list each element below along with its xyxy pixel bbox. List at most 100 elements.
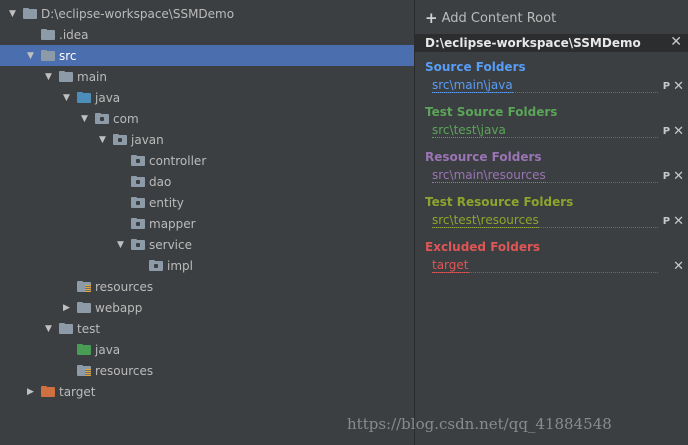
expand-arrow-down-icon[interactable]: ▼ (7, 8, 18, 19)
resource-folders-title: Resource Folders (425, 150, 542, 164)
tree-node-target[interactable]: ▶ target (0, 381, 414, 402)
tree-node-main[interactable]: ▼ main (0, 66, 414, 87)
expand-arrow-right-icon[interactable]: ▶ (61, 302, 72, 313)
tree-node-service[interactable]: ▼ service (0, 234, 414, 255)
content-roots-panel: + Add Content Root D:\eclipse-workspace\… (415, 0, 688, 445)
tree-node-label: D:\eclipse-workspace\SSMDemo (41, 6, 235, 21)
tree-node-webapp[interactable]: ▶ webapp (0, 297, 414, 318)
expand-arrow-down-icon[interactable]: ▼ (25, 50, 36, 61)
tree-node-label: impl (167, 258, 193, 273)
expand-arrow-down-icon[interactable]: ▼ (97, 134, 108, 145)
tree-node-resources[interactable]: resources (0, 360, 414, 381)
expand-arrow-right-icon[interactable]: ▶ (25, 386, 36, 397)
remove-root-close-icon[interactable]: ✕ (670, 34, 682, 50)
expand-arrow-down-icon[interactable]: ▼ (115, 239, 126, 250)
tree-node-label: main (77, 69, 107, 84)
test-source-folders-title: Test Source Folders (425, 105, 558, 119)
tree-node-controller[interactable]: controller (0, 150, 414, 171)
package-icon (131, 239, 145, 250)
package-icon (131, 176, 145, 187)
properties-icon[interactable]: P (663, 81, 670, 92)
tree-node-label: resources (95, 279, 154, 294)
folder-icon (77, 344, 91, 355)
tree-node-label: src (59, 48, 77, 63)
resource-folders-path[interactable]: src\main\resources (432, 169, 546, 183)
tree-node-idea[interactable]: .idea (0, 24, 414, 45)
source-folders-title: Source Folders (425, 60, 526, 74)
content-root-header: D:\eclipse-workspace\SSMDemo ✕ (415, 34, 688, 52)
remove-folder-close-icon[interactable]: ✕ (673, 124, 684, 139)
folder-icon (41, 50, 55, 61)
tree-node-label: test (77, 321, 101, 336)
tree-node-label: javan (131, 132, 164, 147)
excluded-folders-controls: ✕ (673, 259, 684, 274)
content-root-path: D:\eclipse-workspace\SSMDemo (425, 36, 641, 50)
tree-node-label: controller (149, 153, 207, 168)
package-icon (131, 155, 145, 166)
tree-node-label: entity (149, 195, 184, 210)
tree-node-label: target (59, 384, 96, 399)
tree-node-label: webapp (95, 300, 143, 315)
test-resource-folders-controls: P ✕ (663, 214, 684, 229)
tree-node-label: service (149, 237, 192, 252)
tree-node-test[interactable]: ▼ test (0, 318, 414, 339)
tree-node-javan[interactable]: ▼ javan (0, 129, 414, 150)
tree-node-resources[interactable]: resources (0, 276, 414, 297)
test-source-folders-controls: P ✕ (663, 124, 684, 139)
tree-node-label: java (95, 342, 121, 357)
remove-folder-close-icon[interactable]: ✕ (673, 214, 684, 229)
test-source-folders-path[interactable]: src\test\java (432, 124, 506, 138)
tree-node-entity[interactable]: entity (0, 192, 414, 213)
resources-folder-icon (77, 281, 91, 292)
excluded-folders-path[interactable]: target (432, 259, 469, 273)
folder-icon (59, 323, 73, 334)
package-icon (149, 260, 163, 271)
tree-node-impl[interactable]: impl (0, 255, 414, 276)
folder-icon (41, 386, 55, 397)
folder-icon (59, 71, 73, 82)
test-resource-folders-title: Test Resource Folders (425, 195, 574, 209)
package-icon (131, 218, 145, 229)
add-content-root-button[interactable]: + Add Content Root (425, 9, 557, 27)
tree-node-d-eclipse-workspace-ssmdemo[interactable]: ▼ D:\eclipse-workspace\SSMDemo (0, 3, 414, 24)
folder-icon (23, 8, 37, 19)
package-icon (95, 113, 109, 124)
package-icon (131, 197, 145, 208)
tree-node-label: mapper (149, 216, 196, 231)
folder-icon (41, 29, 55, 40)
expand-arrow-down-icon[interactable]: ▼ (43, 71, 54, 82)
add-content-root-label: Add Content Root (441, 10, 557, 26)
plus-icon: + (425, 9, 438, 27)
watermark-text: https://blog.csdn.net/qq_41884548 (347, 415, 612, 433)
folder-icon (77, 302, 91, 313)
remove-folder-close-icon[interactable]: ✕ (673, 259, 684, 274)
expand-arrow-down-icon[interactable]: ▼ (61, 92, 72, 103)
tree-node-mapper[interactable]: mapper (0, 213, 414, 234)
tree-node-label: dao (149, 174, 172, 189)
tree-node-label: .idea (59, 27, 89, 42)
excluded-folders-title: Excluded Folders (425, 240, 541, 254)
tree-node-dao[interactable]: dao (0, 171, 414, 192)
expand-arrow-down-icon[interactable]: ▼ (43, 323, 54, 334)
package-icon (113, 134, 127, 145)
tree-node-java[interactable]: ▼ java (0, 87, 414, 108)
tree-node-java[interactable]: java (0, 339, 414, 360)
resources-folder-icon (77, 365, 91, 376)
resource-folders-controls: P ✕ (663, 169, 684, 184)
test-resource-folders-path[interactable]: src\test\resources (432, 214, 539, 228)
remove-folder-close-icon[interactable]: ✕ (673, 169, 684, 184)
properties-icon[interactable]: P (663, 171, 670, 182)
properties-icon[interactable]: P (663, 216, 670, 227)
folder-icon (77, 92, 91, 103)
expand-arrow-down-icon[interactable]: ▼ (79, 113, 90, 124)
properties-icon[interactable]: P (663, 126, 670, 137)
tree-node-label: java (95, 90, 121, 105)
tree-node-label: resources (95, 363, 154, 378)
source-folders-path[interactable]: src\main\java (432, 79, 513, 93)
tree-node-com[interactable]: ▼ com (0, 108, 414, 129)
remove-folder-close-icon[interactable]: ✕ (673, 79, 684, 94)
content-root-tree: ▼ D:\eclipse-workspace\SSMDemo .idea ▼ src ▼ m… (0, 0, 414, 445)
source-folders-controls: P ✕ (663, 79, 684, 94)
tree-node-label: com (113, 111, 139, 126)
tree-node-src[interactable]: ▼ src (0, 45, 414, 66)
